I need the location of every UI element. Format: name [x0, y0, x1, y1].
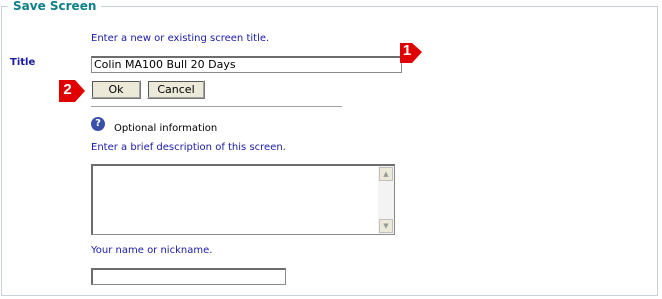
- name-hint: Your name or nickname.: [91, 245, 213, 256]
- scroll-up-icon[interactable]: ▲: [379, 167, 393, 181]
- step-marker-1: 1: [398, 39, 422, 63]
- marker-1-number: 1: [402, 42, 412, 59]
- title-input[interactable]: Colin MA100 Bull 20 Days: [91, 56, 402, 73]
- title-hint: Enter a new or existing screen title.: [91, 33, 270, 44]
- section-divider: [91, 106, 342, 107]
- panel-legend: Save Screen: [8, 0, 102, 14]
- marker-2-number: 2: [63, 81, 72, 98]
- step-marker-2: 2: [57, 78, 85, 102]
- optional-information-label: Optional information: [114, 123, 218, 134]
- name-input[interactable]: [91, 268, 286, 285]
- description-scrollbar[interactable]: ▲ ▼: [378, 166, 394, 234]
- title-label: Title: [10, 57, 36, 68]
- description-textarea[interactable]: ▲ ▼: [91, 164, 395, 235]
- cancel-button[interactable]: Cancel: [147, 80, 205, 99]
- help-icon[interactable]: ?: [91, 117, 105, 131]
- description-hint: Enter a brief description of this screen…: [91, 142, 286, 153]
- ok-button[interactable]: Ok: [91, 80, 141, 99]
- scroll-down-icon[interactable]: ▼: [379, 219, 393, 233]
